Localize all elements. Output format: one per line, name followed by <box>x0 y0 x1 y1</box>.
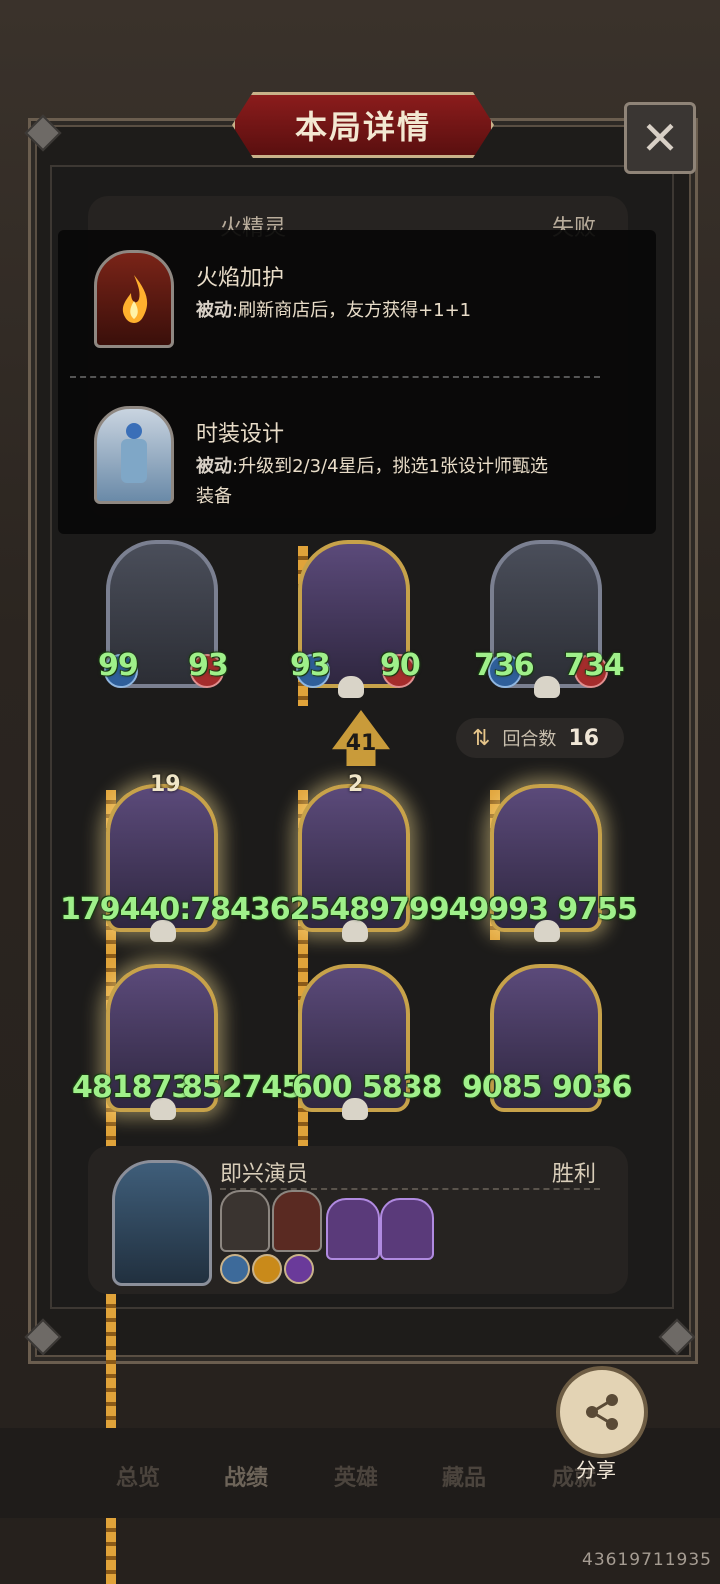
unit-attack: 9085 <box>462 1070 542 1105</box>
rounds-counter: ⇅ 回合数 16 <box>456 718 624 758</box>
match-result: 胜利 <box>552 1162 597 1187</box>
skull-icon <box>338 676 364 698</box>
share-icon <box>586 1394 618 1430</box>
unit-attack: 99 <box>98 648 139 683</box>
page-title: 本局详情 <box>294 108 431 146</box>
equipment-icon <box>326 1198 380 1260</box>
title-banner: 本局详情 <box>232 92 494 158</box>
close-icon: ✕ <box>640 111 680 165</box>
fashion-design-icon <box>94 406 174 504</box>
skill-desc-text: 装备 <box>196 486 232 507</box>
skill-desc-text: :刷新商店后，友方获得+1+1 <box>232 300 472 321</box>
unit-attack: 481873 <box>72 1070 192 1105</box>
tooltip-divider <box>70 376 600 378</box>
unit-health: 93 <box>188 648 229 683</box>
unit-stats-row: 179440:784362548979949993 9755 <box>60 892 638 927</box>
flame-icon <box>94 250 174 348</box>
tab-heroes[interactable]: 英雄 <box>334 1460 378 1492</box>
skill-tag: 被动 <box>196 300 232 321</box>
unit-health: 9036 <box>552 1070 632 1105</box>
player-name: 即兴演员 <box>220 1162 309 1187</box>
unit-attack: 736 <box>474 648 535 683</box>
card-divider <box>220 1188 600 1190</box>
trait-icon <box>252 1254 282 1284</box>
equipment-icon <box>380 1198 434 1260</box>
trait-icon <box>220 1254 250 1284</box>
rounds-value: 16 <box>568 725 600 751</box>
skill-desc-text: :升级到2/3/4星后，挑选1张设计师甄选 <box>232 456 549 477</box>
skill-title: 时装设计 <box>196 422 285 447</box>
skill-description: 被动:刷新商店后，友方获得+1+1 <box>196 296 471 326</box>
skull-icon <box>534 676 560 698</box>
equipment-icon <box>272 1190 322 1252</box>
tab-overview[interactable]: 总览 <box>116 1460 160 1492</box>
refresh-icon: ⇅ <box>472 725 491 751</box>
equipment-icon <box>220 1190 270 1252</box>
share-label: 分享 <box>576 1458 616 1482</box>
unit-attack: 93 <box>290 648 331 683</box>
rounds-label: 回合数 <box>502 729 557 750</box>
skill-tag: 被动 <box>196 456 232 477</box>
skill-description: 被动:升级到2/3/4星后，挑选1张设计师甄选 装备 <box>196 452 616 512</box>
tab-collection[interactable]: 藏品 <box>442 1460 486 1492</box>
unit-health: 5838 <box>362 1070 442 1105</box>
unit-health: 734 <box>564 648 625 683</box>
player-avatar <box>112 1160 212 1286</box>
trait-icon <box>284 1254 314 1284</box>
arrow-count: 41 <box>345 731 377 756</box>
unit-level-badge: 2 <box>348 772 364 797</box>
unit-level-badge: 19 <box>150 772 181 797</box>
user-id: 43619711935 <box>582 1550 712 1570</box>
unit-attack: 600 <box>292 1070 353 1105</box>
unit-health: 90 <box>380 648 421 683</box>
tab-records[interactable]: 战绩 <box>224 1460 268 1492</box>
close-button[interactable]: ✕ <box>624 102 696 174</box>
unit-health: 852745 <box>182 1070 302 1105</box>
skill-title: 火焰加护 <box>196 266 285 291</box>
share-button[interactable] <box>556 1366 648 1458</box>
